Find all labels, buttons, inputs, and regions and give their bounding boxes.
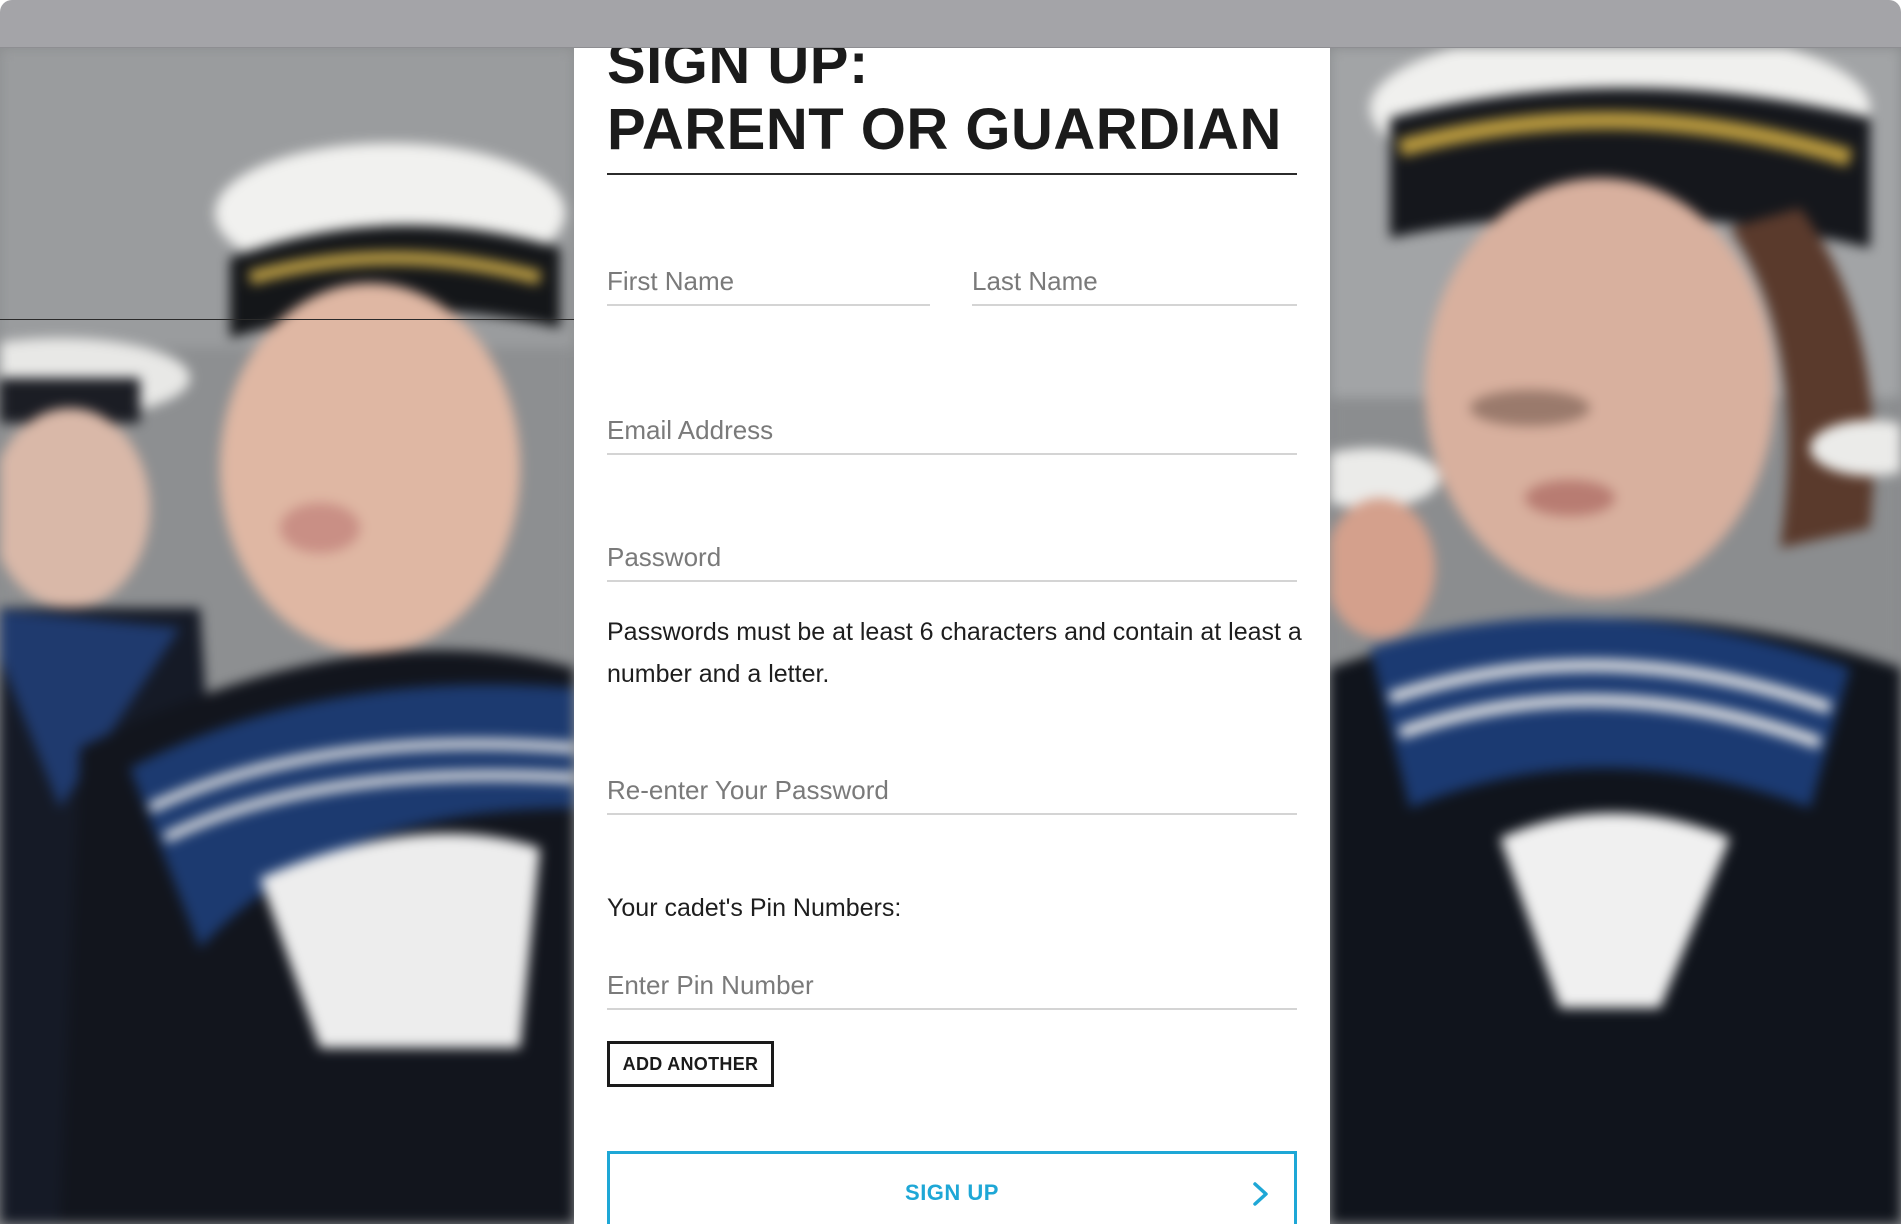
email-input[interactable] [607, 407, 1297, 453]
signup-form-card: SIGN UP: PARENT OR GUARDIAN Passwords mu… [574, 48, 1330, 1224]
first-name-input[interactable] [607, 258, 930, 304]
window-title-bar [0, 0, 1901, 48]
background-photo-left [0, 48, 574, 1224]
pin-numbers-label: Your cadet's Pin Numbers: [607, 894, 902, 922]
add-another-button[interactable]: ADD ANOTHER [607, 1041, 774, 1087]
title-divider [607, 173, 1297, 175]
background-photo-right [1330, 48, 1901, 1224]
last-name-input[interactable] [972, 258, 1297, 304]
page-viewport: SIGN UP: PARENT OR GUARDIAN Passwords mu… [0, 48, 1901, 1224]
password-hint: Passwords must be at least 6 characters … [607, 618, 1302, 688]
reenter-password-field [607, 767, 1297, 815]
pin-number-field [607, 962, 1297, 1010]
page-title-line1: SIGN UP: [607, 48, 869, 96]
pin-number-input[interactable] [607, 962, 1297, 1008]
signup-button[interactable]: SIGN UP [607, 1151, 1297, 1224]
password-field [607, 534, 1297, 582]
reenter-password-input[interactable] [607, 767, 1297, 813]
page-title-line2: PARENT OR GUARDIAN [607, 97, 1282, 162]
chevron-right-icon [1253, 1182, 1268, 1206]
first-name-field [607, 258, 930, 306]
signup-button-label: SIGN UP [905, 1180, 999, 1205]
divider-line [0, 319, 588, 320]
last-name-field [972, 258, 1297, 306]
email-field [607, 407, 1297, 455]
password-input[interactable] [607, 534, 1297, 580]
